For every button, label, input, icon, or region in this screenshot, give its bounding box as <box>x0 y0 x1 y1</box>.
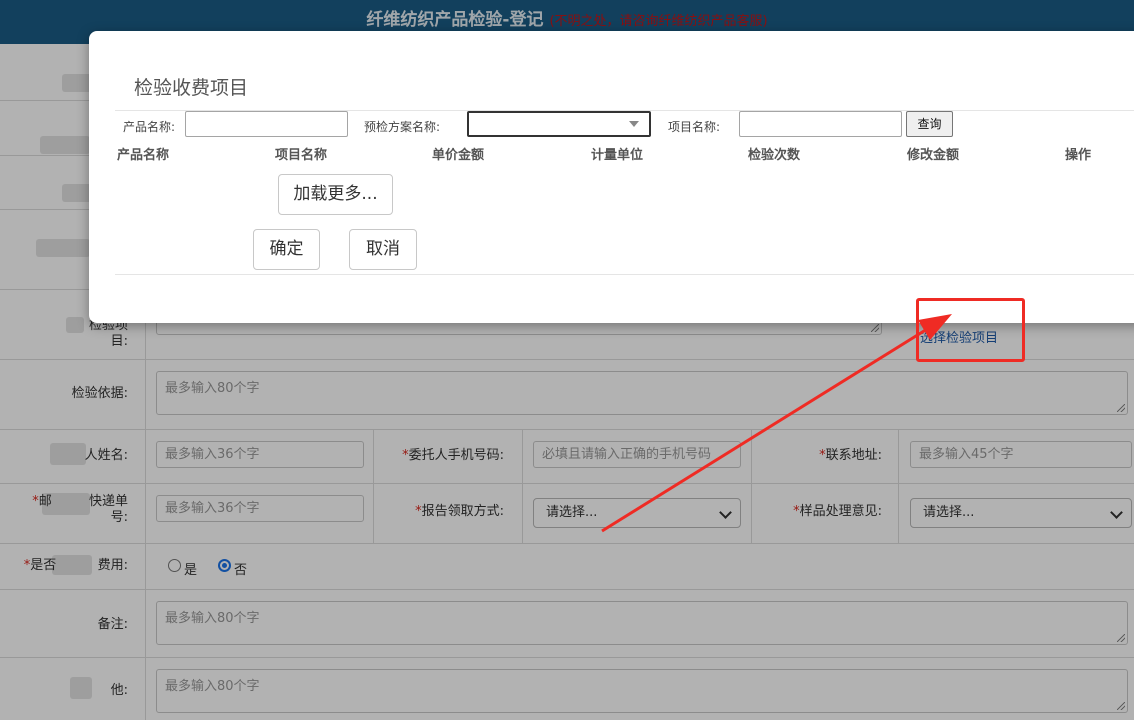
annotation-arrow-icon <box>601 314 952 533</box>
